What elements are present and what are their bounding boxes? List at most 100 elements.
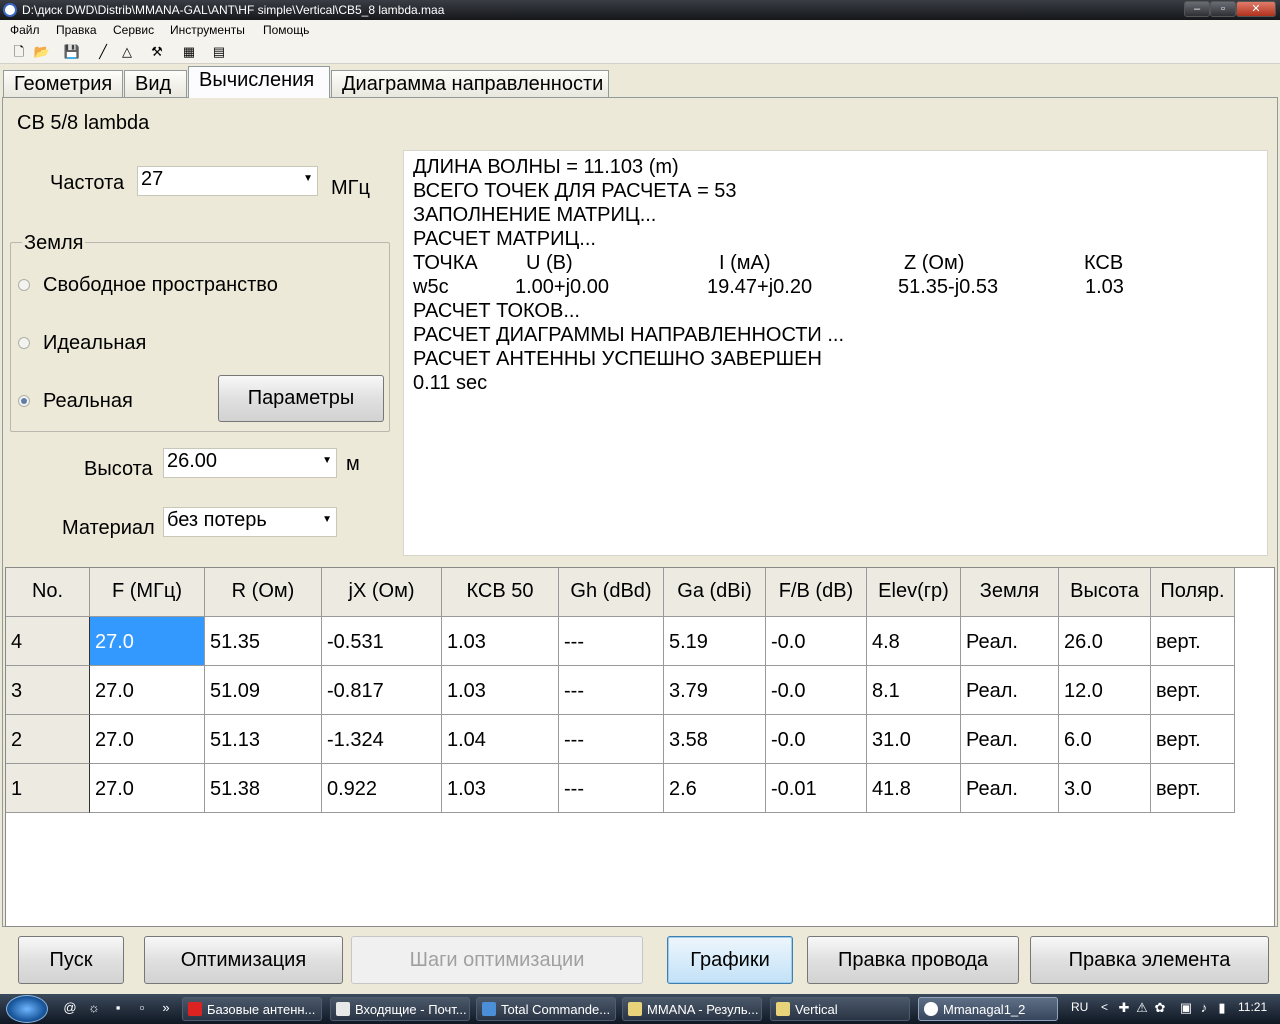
table-cell[interactable]: верт. bbox=[1151, 666, 1235, 715]
chevron-down-icon[interactable]: ▼ bbox=[322, 455, 332, 466]
table-cell[interactable]: --- bbox=[559, 715, 664, 764]
table-cell[interactable]: 27.0 bbox=[90, 715, 205, 764]
chevron-down-icon[interactable]: ▼ bbox=[322, 514, 332, 525]
messenger-icon[interactable]: ✿ bbox=[1152, 1000, 1168, 1016]
column-header[interactable]: Поляр. bbox=[1151, 568, 1235, 617]
column-header[interactable]: Земля bbox=[961, 568, 1059, 617]
table-cell[interactable]: 5.19 bbox=[664, 617, 766, 666]
tools-icon[interactable]: ⚒ bbox=[148, 43, 166, 61]
table-cell[interactable]: 8.1 bbox=[867, 666, 961, 715]
taskbar-item[interactable]: Vertical bbox=[770, 997, 910, 1021]
column-header[interactable]: No. bbox=[6, 568, 90, 617]
calculator-icon[interactable]: ▦ bbox=[180, 43, 198, 61]
plots-button[interactable]: Графики bbox=[667, 936, 793, 984]
radio-real[interactable] bbox=[18, 395, 30, 407]
radio-free-space[interactable] bbox=[18, 279, 30, 291]
table-cell[interactable]: 2.6 bbox=[664, 764, 766, 813]
more-quick-launch[interactable]: » bbox=[158, 1000, 174, 1016]
menu-edit[interactable]: Правка bbox=[56, 23, 97, 37]
window-icon[interactable]: ▫ bbox=[134, 1000, 150, 1016]
table-cell[interactable]: 4.8 bbox=[867, 617, 961, 666]
table-cell[interactable]: верт. bbox=[1151, 715, 1235, 764]
edit-element-button[interactable]: Правка элемента bbox=[1030, 936, 1269, 984]
table-cell[interactable]: 26.0 bbox=[1059, 617, 1151, 666]
tab-calculations[interactable]: Вычисления bbox=[188, 66, 330, 98]
optimize-button[interactable]: Оптимизация bbox=[144, 936, 343, 984]
draw-line-icon[interactable]: ╱ bbox=[94, 43, 112, 61]
table-cell[interactable]: 3.58 bbox=[664, 715, 766, 764]
tab-geometry[interactable]: Геометрия bbox=[3, 70, 123, 98]
menu-service[interactable]: Сервис bbox=[113, 23, 154, 37]
radio-ideal-label[interactable]: Идеальная bbox=[43, 332, 146, 355]
triangle-icon[interactable]: △ bbox=[118, 43, 136, 61]
table-cell[interactable]: 27.0 bbox=[90, 617, 205, 666]
new-file-icon[interactable]: 🗋 bbox=[10, 43, 28, 61]
table-cell[interactable]: 1.04 bbox=[442, 715, 559, 764]
table-cell[interactable]: 6.0 bbox=[1059, 715, 1151, 764]
app-icon[interactable] bbox=[3, 3, 17, 17]
table-cell[interactable]: верт. bbox=[1151, 617, 1235, 666]
material-combo[interactable]: без потерь ▼ bbox=[163, 507, 337, 537]
network-icon[interactable]: ▣ bbox=[1178, 1000, 1194, 1016]
open-folder-icon[interactable]: 📂 bbox=[33, 43, 51, 61]
column-header[interactable]: Elev(гр) bbox=[867, 568, 961, 617]
app-launcher-icon[interactable]: ☼ bbox=[86, 1000, 102, 1016]
table-cell[interactable]: 0.922 bbox=[322, 764, 442, 813]
tray-expand-icon[interactable]: < bbox=[1101, 1000, 1108, 1014]
chevron-down-icon[interactable]: ▼ bbox=[303, 173, 313, 184]
table-cell[interactable]: 1.03 bbox=[442, 617, 559, 666]
row-number-cell[interactable]: 1 bbox=[6, 764, 90, 813]
edit-wire-button[interactable]: Правка провода bbox=[807, 936, 1019, 984]
start-menu-icon[interactable] bbox=[6, 995, 48, 1023]
power-icon[interactable]: ▮ bbox=[1214, 1000, 1230, 1016]
maximize-button[interactable]: ▫ bbox=[1210, 1, 1236, 17]
browser-icon[interactable]: @ bbox=[62, 1000, 78, 1016]
column-header[interactable]: R (Ом) bbox=[205, 568, 322, 617]
taskbar-item[interactable]: MMANA - Резуль... bbox=[622, 997, 762, 1021]
taskbar-item[interactable]: Входящие - Почт... bbox=[330, 997, 470, 1021]
table-cell[interactable]: 51.13 bbox=[205, 715, 322, 764]
column-header[interactable]: F (МГц) bbox=[90, 568, 205, 617]
table-cell[interactable]: 51.38 bbox=[205, 764, 322, 813]
print-icon[interactable]: ▤ bbox=[210, 43, 228, 61]
menu-tools[interactable]: Инструменты bbox=[170, 23, 245, 37]
table-cell[interactable]: -0.01 bbox=[766, 764, 867, 813]
table-cell[interactable]: 27.0 bbox=[90, 666, 205, 715]
row-number-cell[interactable]: 2 bbox=[6, 715, 90, 764]
table-cell[interactable]: 3.0 bbox=[1059, 764, 1151, 813]
column-header[interactable]: Ga (dBi) bbox=[664, 568, 766, 617]
optimization-steps-button[interactable]: Шаги оптимизации bbox=[351, 936, 643, 984]
table-cell[interactable]: -0.0 bbox=[766, 617, 867, 666]
table-cell[interactable]: 27.0 bbox=[90, 764, 205, 813]
table-cell[interactable]: -0.817 bbox=[322, 666, 442, 715]
table-cell[interactable]: -1.324 bbox=[322, 715, 442, 764]
taskbar-item[interactable]: Mmanagal1_2 bbox=[918, 997, 1058, 1021]
radio-real-label[interactable]: Реальная bbox=[43, 390, 133, 413]
calculation-log[interactable]: ДЛИНА ВОЛНЫ = 11.103 (m) ВСЕГО ТОЧЕК ДЛЯ… bbox=[403, 150, 1268, 556]
table-cell[interactable]: Реал. bbox=[961, 764, 1059, 813]
start-button[interactable]: Пуск bbox=[18, 936, 124, 984]
row-number-cell[interactable]: 4 bbox=[6, 617, 90, 666]
menu-file[interactable]: Файл bbox=[10, 23, 40, 37]
radio-ideal[interactable] bbox=[18, 337, 30, 349]
close-button[interactable]: ✕ bbox=[1236, 1, 1276, 17]
tab-radiation-pattern[interactable]: Диаграмма направленности bbox=[331, 70, 609, 98]
tab-view[interactable]: Вид bbox=[124, 70, 187, 98]
results-table[interactable]: No. 4 3 2 1 F (МГц) 27.0 27.0 27.0 27.0 R (Ом) 51.3… bbox=[5, 567, 1275, 927]
column-header[interactable]: Высота bbox=[1059, 568, 1151, 617]
antivirus-icon[interactable]: ✚ bbox=[1116, 1000, 1132, 1016]
disk-icon[interactable]: ▪ bbox=[110, 1000, 126, 1016]
table-cell[interactable]: 12.0 bbox=[1059, 666, 1151, 715]
column-header[interactable]: F/B (dB) bbox=[766, 568, 867, 617]
table-cell[interactable]: Реал. bbox=[961, 666, 1059, 715]
column-header[interactable]: jX (Ом) bbox=[322, 568, 442, 617]
height-combo[interactable]: 26.00 ▼ bbox=[163, 448, 337, 478]
table-cell[interactable]: 51.35 bbox=[205, 617, 322, 666]
ground-params-button[interactable]: Параметры bbox=[218, 375, 384, 422]
table-cell[interactable]: --- bbox=[559, 764, 664, 813]
language-indicator[interactable]: RU bbox=[1071, 1000, 1088, 1014]
table-cell[interactable]: Реал. bbox=[961, 715, 1059, 764]
table-cell[interactable]: --- bbox=[559, 666, 664, 715]
table-cell[interactable]: -0.0 bbox=[766, 666, 867, 715]
save-icon[interactable]: 💾 bbox=[63, 43, 81, 61]
